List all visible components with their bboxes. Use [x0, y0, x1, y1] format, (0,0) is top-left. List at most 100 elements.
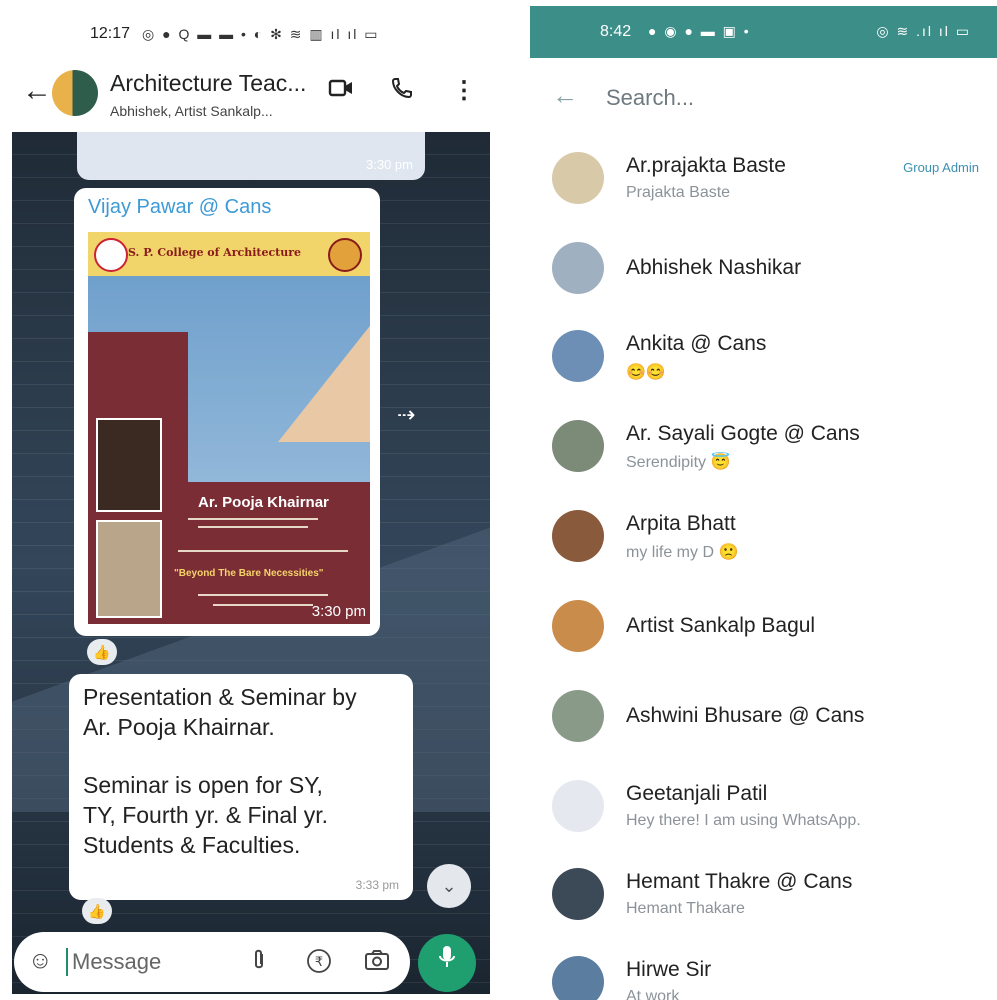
- member-row[interactable]: Ashwini Bhusare @ Cans: [530, 678, 997, 758]
- status-icons-right: ◎ ≋ .ıl ıl ▭: [876, 23, 971, 39]
- poster-topic: "Beyond The Bare Necessities": [174, 568, 324, 579]
- member-row[interactable]: Ar. Sayali Gogte @ Cans Serendipity 😇: [530, 408, 997, 488]
- message-line: Seminar is open for SY,: [83, 772, 323, 798]
- chat-background: 3:30 pm Vijay Pawar @ Cans S. P. College…: [12, 132, 490, 994]
- member-name: Ar. Sayali Gogte @ Cans: [626, 422, 860, 445]
- member-name: Geetanjali Patil: [626, 782, 768, 805]
- message-bubble-previous[interactable]: 3:30 pm: [77, 132, 425, 180]
- poster-image[interactable]: S. P. College of Architecture Ar. Pooja …: [88, 232, 370, 624]
- message-input[interactable]: Message: [72, 949, 161, 975]
- member-name: Artist Sankalp Bagul: [626, 614, 816, 637]
- avatar[interactable]: [552, 152, 604, 204]
- avatar[interactable]: [552, 600, 604, 652]
- sender-name[interactable]: Vijay Pawar @ Cans: [88, 196, 271, 219]
- member-about: 😊😊: [626, 364, 666, 381]
- video-call-icon[interactable]: [328, 76, 354, 107]
- microphone-icon: [439, 946, 455, 967]
- avatar[interactable]: [552, 690, 604, 742]
- scroll-to-bottom-button[interactable]: ⌄: [427, 864, 471, 908]
- members-screen: 8:42 ● ◉ ● ▬ ▣ • ◎ ≋ .ıl ıl ▭ ← Ar.praja…: [530, 0, 997, 1000]
- message-composer[interactable]: ☺ Message ₹: [14, 932, 410, 992]
- member-name: Arpita Bhatt: [626, 512, 736, 535]
- college-logo-right: [328, 238, 362, 272]
- reaction-badge[interactable]: 👍: [87, 639, 117, 665]
- college-logo-left: [94, 238, 128, 272]
- member-about: Hemant Thakare: [626, 900, 745, 917]
- avatar[interactable]: [552, 956, 604, 1000]
- message-line: Presentation & Seminar by: [83, 684, 357, 710]
- forward-icon[interactable]: ⇢: [397, 402, 415, 428]
- member-row[interactable]: Ankita @ Cans 😊😊: [530, 318, 997, 398]
- member-name: Hirwe Sir: [626, 958, 712, 981]
- back-arrow-icon[interactable]: ←: [22, 74, 52, 108]
- image-message-bubble[interactable]: Vijay Pawar @ Cans S. P. College of Arch…: [74, 188, 380, 636]
- poster-text-line: [178, 550, 348, 552]
- message-line: TY, Fourth yr. & Final yr.: [83, 802, 328, 828]
- rupee-payment-icon[interactable]: ₹: [306, 948, 332, 980]
- member-row[interactable]: Abhishek Nashikar: [530, 230, 997, 310]
- member-name: Ar.prajakta Baste: [626, 154, 786, 177]
- search-input[interactable]: [604, 80, 968, 116]
- more-options-icon[interactable]: ⋮: [452, 76, 476, 105]
- svg-text:₹: ₹: [315, 955, 323, 970]
- message-time: 3:30 pm: [366, 157, 413, 172]
- member-row[interactable]: Hemant Thakre @ Cans Hemant Thakare: [530, 856, 997, 936]
- avatar[interactable]: [552, 780, 604, 832]
- poster-text-line: [213, 604, 313, 606]
- microphone-button[interactable]: [418, 934, 476, 992]
- message-line: Students & Faculties.: [83, 832, 301, 858]
- attachment-icon[interactable]: [250, 948, 268, 978]
- member-name: Hemant Thakre @ Cans: [626, 870, 853, 893]
- camera-icon[interactable]: [364, 948, 390, 978]
- speaker-photo: [96, 418, 162, 512]
- avatar[interactable]: [552, 420, 604, 472]
- member-row[interactable]: Geetanjali Patil Hey there! I am using Wh…: [530, 768, 997, 848]
- member-row[interactable]: Ar.prajakta Baste Prajakta Baste Group Adm…: [530, 140, 997, 220]
- poster-speaker-name: Ar. Pooja Khairnar: [198, 494, 329, 511]
- member-about: my life my D 🙁: [626, 544, 739, 561]
- admin-badge: Group Admin: [903, 160, 979, 175]
- chat-header: ← Architecture Teac... Abhishek, Artist …: [0, 60, 500, 130]
- chat-screen: 12:17 ◎ ● Q ▬ ▬ • ◐ ✻ ≋ ▥ ıl ıl ▭ ← Arch…: [0, 0, 500, 1000]
- member-row[interactable]: Arpita Bhatt my life my D 🙁: [530, 498, 997, 578]
- message-line: Ar. Pooja Khairnar.: [83, 714, 275, 740]
- member-about: Serendipity 😇: [626, 454, 731, 471]
- status-bar: 12:17 ◎ ● Q ▬ ▬ • ◐ ✻ ≋ ▥ ıl ıl ▭: [0, 14, 500, 54]
- poster-text-line: [188, 518, 318, 520]
- member-about: Hey there! I am using WhatsApp.: [626, 812, 861, 829]
- member-row[interactable]: Artist Sankalp Bagul: [530, 588, 997, 668]
- avatar[interactable]: [552, 868, 604, 920]
- poster-header: S. P. College of Architecture: [88, 232, 370, 276]
- message-time: 3:33 pm: [355, 878, 399, 892]
- avatar[interactable]: [552, 330, 604, 382]
- text-cursor: [66, 948, 68, 976]
- chevron-double-down-icon: ⌄: [441, 876, 457, 896]
- chat-participants[interactable]: Abhishek, Artist Sankalp...: [110, 103, 273, 119]
- phone-call-icon[interactable]: [390, 76, 414, 107]
- search-bar: ←: [530, 70, 997, 126]
- member-row[interactable]: Hirwe Sir At work: [530, 944, 997, 1000]
- building-photo: [96, 520, 162, 618]
- member-name: Abhishek Nashikar: [626, 256, 802, 279]
- emoji-icon[interactable]: ☺: [28, 947, 53, 975]
- text-message-bubble[interactable]: Presentation & Seminar by Ar. Pooja Khai…: [69, 674, 413, 900]
- member-name: Ankita @ Cans: [626, 332, 767, 355]
- status-bar: 8:42 ● ◉ ● ▬ ▣ • ◎ ≋ .ıl ıl ▭: [530, 6, 997, 58]
- status-icons: ◎ ● Q ▬ ▬ • ◐ ✻ ≋ ▥ ıl ıl ▭: [142, 25, 380, 42]
- member-name: Ashwini Bhusare @ Cans: [626, 704, 865, 727]
- avatar[interactable]: [552, 242, 604, 294]
- reaction-badge[interactable]: 👍: [82, 898, 112, 924]
- poster-college-name: S. P. College of Architecture: [128, 246, 302, 259]
- chat-title[interactable]: Architecture Teac...: [110, 70, 306, 97]
- back-arrow-icon[interactable]: ←: [552, 80, 578, 111]
- poster-text-line: [198, 526, 308, 528]
- member-about: Prajakta Baste: [626, 184, 731, 201]
- member-about: At work: [626, 988, 680, 1000]
- status-time: 8:42: [600, 23, 632, 40]
- poster-roof: [278, 322, 370, 442]
- poster-text-line: [198, 594, 328, 596]
- status-icons-left: ● ◉ ● ▬ ▣ •: [648, 23, 751, 39]
- avatar[interactable]: [552, 510, 604, 562]
- message-time: 3:30 pm: [311, 603, 366, 620]
- group-avatar[interactable]: [52, 70, 98, 116]
